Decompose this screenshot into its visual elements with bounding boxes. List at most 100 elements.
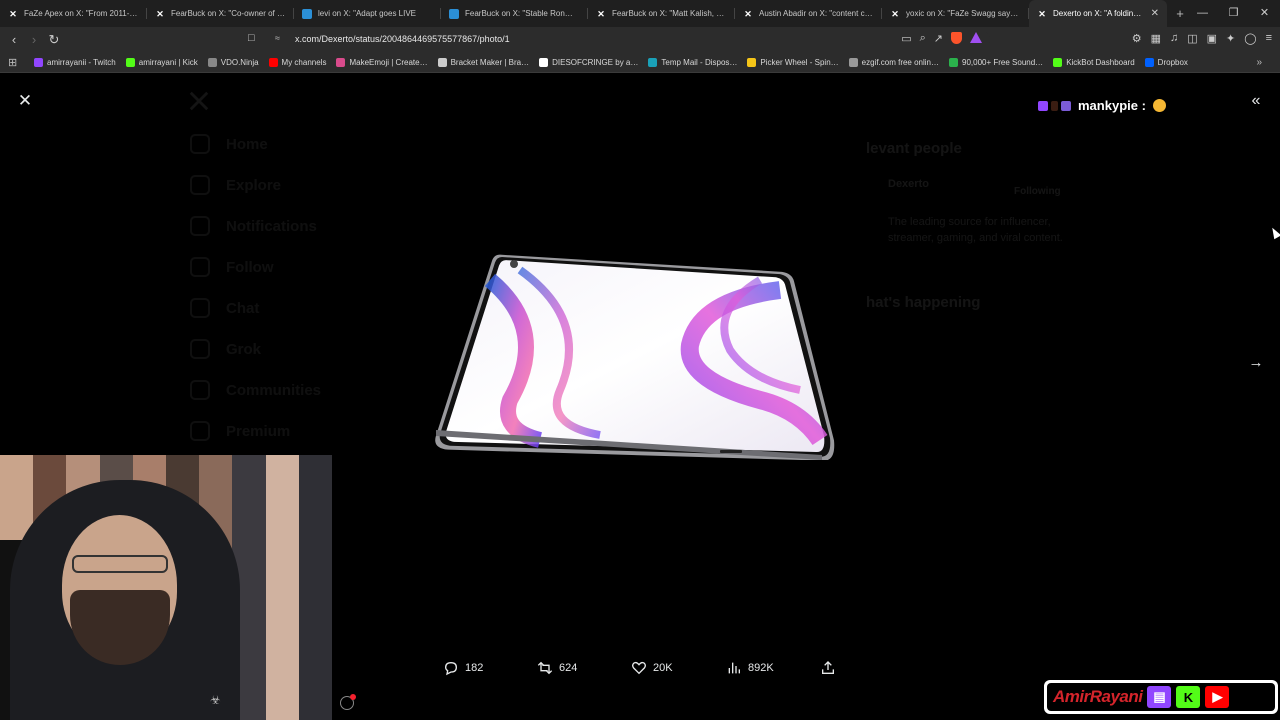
close-viewer-button[interactable]: ✕ <box>15 91 35 111</box>
notification-dot <box>350 694 356 700</box>
share-button[interactable] <box>820 660 836 676</box>
browser-tab[interactable]: FearBuck on X: "Stable Ron… <box>441 0 588 27</box>
url-text[interactable]: x.com/Dexerto/status/2004864469575577867… <box>295 34 510 44</box>
menu-icon[interactable]: ≡ <box>1266 32 1272 45</box>
collage-photo <box>0 492 34 531</box>
bookmark-item[interactable]: amirrayani | Kick <box>125 57 198 67</box>
bookmark-item[interactable]: Picker Wheel - Spin… <box>747 57 839 67</box>
vpn-icon[interactable]: ◯ <box>1244 32 1256 45</box>
x-favicon-icon: ✕ <box>9 8 17 19</box>
extensions-area: ⚙ ▦ ♫ ◫ ▣ ✦ ◯ ≡ <box>1132 32 1272 45</box>
brave-rewards-icon[interactable] <box>970 32 982 43</box>
close-tab-icon[interactable]: ✕ <box>1151 8 1159 19</box>
browser-tab[interactable]: ✕ FearBuck on X: "Co-owner of F… <box>147 0 294 27</box>
grok-icon[interactable] <box>340 694 356 710</box>
bookmark-item[interactable]: DIESOFCRINGE by a… <box>539 57 638 67</box>
bookmark-item[interactable]: 90,000+ Free Sound… <box>949 57 1044 67</box>
bookmark-label: amirrayani | Kick <box>138 57 198 67</box>
sidebar-icon[interactable]: ◫ <box>1187 32 1197 45</box>
nav-icon <box>190 298 210 318</box>
leo-icon[interactable]: ✦ <box>1226 32 1235 45</box>
cast-icon[interactable]: ▭ <box>901 32 911 45</box>
like-button[interactable]: 20K <box>631 660 673 676</box>
site-info-icon[interactable]: ≈ <box>275 33 280 43</box>
collage-photo <box>265 644 299 683</box>
browser-tab[interactable]: ✕ FaZe Apex on X: "From 2011-2… <box>0 0 147 27</box>
wallet-icon[interactable]: ▦ <box>1151 32 1161 45</box>
extensions-icon[interactable]: ⚙ <box>1132 32 1142 45</box>
zoom-icon[interactable]: ⌕ <box>920 32 926 45</box>
minimize-icon[interactable]: — <box>1187 0 1218 27</box>
views-button[interactable]: 892K <box>726 660 774 676</box>
tweet-actions: 182 624 20K 892K <box>443 660 843 678</box>
bookmark-icon[interactable]: □ <box>248 32 255 44</box>
collage-photo <box>232 530 266 569</box>
bookmark-favicon-icon <box>34 57 43 67</box>
bookmark-item[interactable]: amirrayanii - Twitch <box>34 57 116 67</box>
nav-icon <box>190 257 210 277</box>
bookmark-item[interactable]: ezgif.com free onlin… <box>848 57 939 67</box>
brand-name: AmirRayani <box>1053 687 1143 706</box>
collage-photo <box>232 492 266 531</box>
media-icon[interactable]: ♫ <box>1170 32 1178 45</box>
analytics-icon <box>728 662 740 674</box>
bookmark-label: Picker Wheel - Spin… <box>760 57 839 67</box>
nav-label: Premium <box>226 422 291 440</box>
apps-grid-icon[interactable]: ⊞ <box>8 56 34 69</box>
reply-button[interactable]: 182 <box>443 660 483 676</box>
browser-tab[interactable]: ✕ FearBuck on X: "Matt Kalish, co… <box>588 0 735 27</box>
bookmark-item[interactable]: Bracket Maker | Bra… <box>437 57 529 67</box>
bookmark-label: Dropbox <box>1157 57 1188 67</box>
back-icon[interactable]: ‹ <box>4 32 24 47</box>
forward-icon[interactable]: › <box>24 32 44 47</box>
bookmark-favicon-icon <box>336 57 346 67</box>
tabs-icon[interactable]: ▣ <box>1207 32 1217 45</box>
browser-tab[interactable]: ✕ Dexerto on X: "A folding i… ✕ <box>1029 0 1167 27</box>
reply-icon <box>444 661 458 676</box>
bookmark-label: Temp Mail - Dispos… <box>661 57 738 67</box>
mouse-cursor <box>1268 225 1280 240</box>
following-button: Following <box>1014 186 1061 197</box>
tab-strip: ✕ FaZe Apex on X: "From 2011-2… ✕ FearBuck … <box>0 0 1280 27</box>
tab-title: levi on X: "Adapt goes LIVE <box>318 9 417 18</box>
browser-tab[interactable]: ✕ yoxic on X: "FaZe Swagg says… <box>882 0 1029 27</box>
x-favicon-icon: ✕ <box>597 8 605 19</box>
brave-shield-icon[interactable] <box>951 32 962 44</box>
nav-label: Communities <box>226 381 322 399</box>
foldable-phone-image <box>435 254 835 460</box>
bookmarks-overflow-icon[interactable]: » <box>1256 57 1262 68</box>
repost-button[interactable]: 624 <box>537 660 577 676</box>
bookmark-item[interactable]: VDO.Ninja <box>207 57 259 67</box>
tab-title: FaZe Apex on X: "From 2011-2… <box>24 9 139 18</box>
nav-icon <box>190 216 210 236</box>
collage-photo <box>298 682 332 720</box>
background-nav-item: Chat <box>190 298 259 318</box>
nav-icon <box>190 175 210 195</box>
restore-icon[interactable]: ❐ <box>1218 0 1249 27</box>
bookmark-item[interactable]: My channels <box>268 57 326 67</box>
collage-photo <box>265 530 299 569</box>
bookmark-label: 90,000+ Free Sound… <box>962 57 1044 67</box>
collage-photo <box>265 492 299 531</box>
bookmark-item[interactable]: MakeEmoji | Create… <box>336 57 428 67</box>
close-window-icon[interactable]: ✕ <box>1249 0 1280 27</box>
browser-tab[interactable]: levi on X: "Adapt goes LIVE <box>294 0 441 27</box>
collage-photo <box>298 455 332 493</box>
bookmark-item[interactable]: Dropbox <box>1144 57 1188 67</box>
share-icon[interactable]: ↗ <box>934 32 943 45</box>
youtube-icon: ▶ <box>1205 686 1230 708</box>
stream-branding: AmirRayani ▤ K ▶ <box>1044 680 1278 714</box>
collage-photo <box>199 455 233 493</box>
next-photo-button[interactable]: → <box>1245 352 1267 374</box>
reload-icon[interactable]: ↻ <box>44 32 64 48</box>
background-nav-item: Explore <box>190 175 281 195</box>
account-name: Dexerto <box>888 178 929 190</box>
x-favicon-icon: ✕ <box>744 8 752 19</box>
collapse-sidebar-button[interactable]: « <box>1246 91 1266 111</box>
address-bar[interactable]: □ ≈ x.com/Dexerto/status/200486446957557… <box>245 30 990 49</box>
bookmark-item[interactable]: Temp Mail - Dispos… <box>648 57 738 67</box>
browser-tab[interactable]: ✕ Austin Abadir on X: "content c… <box>735 0 882 27</box>
nav-label: Notifications <box>226 217 317 235</box>
bookmark-favicon-icon <box>268 57 278 67</box>
bookmark-item[interactable]: KickBot Dashboard <box>1053 57 1135 67</box>
